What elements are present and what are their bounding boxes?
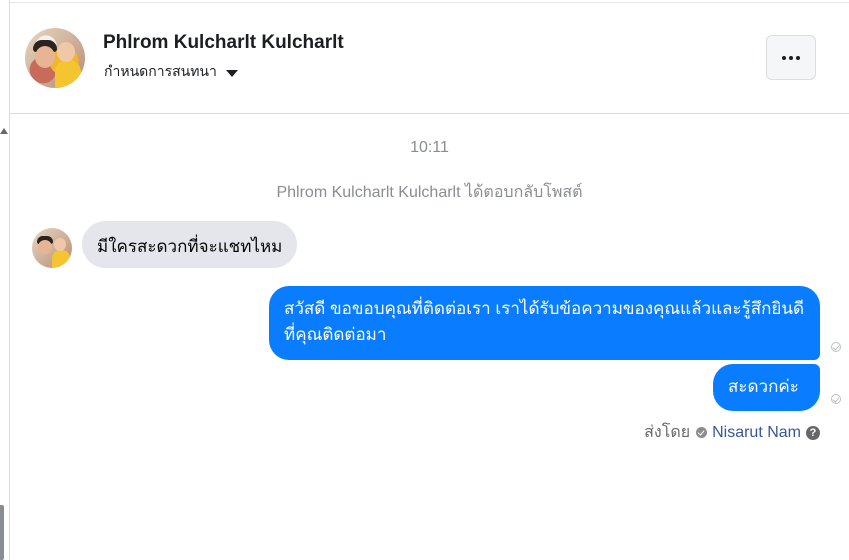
sent-by-label: ส่งโดย [644,424,691,441]
more-dots-icon [781,55,802,60]
more-options-button[interactable] [766,35,816,80]
outgoing-message-bubble[interactable]: สวัสดี ขอขอบคุณที่ติดต่อเรา เราได้รับข้อ… [269,286,820,360]
outgoing-message-bubble[interactable]: สะดวกค่ะ [713,364,820,411]
contact-name[interactable]: Phlrom Kulcharlt Kulcharlt [103,32,344,54]
caret-down-icon [225,69,238,77]
system-message: Phlrom Kulcharlt Kulcharlt ได้ตอบกลับโพส… [276,184,583,201]
sender-avatar[interactable] [32,228,72,268]
scrollbar-thumb[interactable] [0,505,4,560]
conversation-settings-label: กำหนดการสนทนา [104,63,217,79]
contact-avatar[interactable] [25,28,85,88]
incoming-message-bubble[interactable]: มีใครสะดวกที่จะแชทไหม [82,221,298,268]
conversation-header: Phlrom Kulcharlt Kulcharlt กำหนดการสนทนา [10,3,849,114]
help-icon[interactable]: ? [806,425,820,440]
left-rail [0,0,10,560]
sender-name-link[interactable]: Nisarut Nam [712,424,801,442]
scroll-up-arrow-icon[interactable] [0,128,8,134]
message-timestamp: 10:11 [410,139,449,156]
seen-check-icon [831,394,841,404]
sent-by-line: ส่งโดย Nisarut Nam ? [644,420,820,445]
seen-check-icon [831,342,841,352]
conversation-settings-dropdown[interactable]: กำหนดการสนทนา [104,61,238,83]
verified-check-icon [696,427,708,438]
